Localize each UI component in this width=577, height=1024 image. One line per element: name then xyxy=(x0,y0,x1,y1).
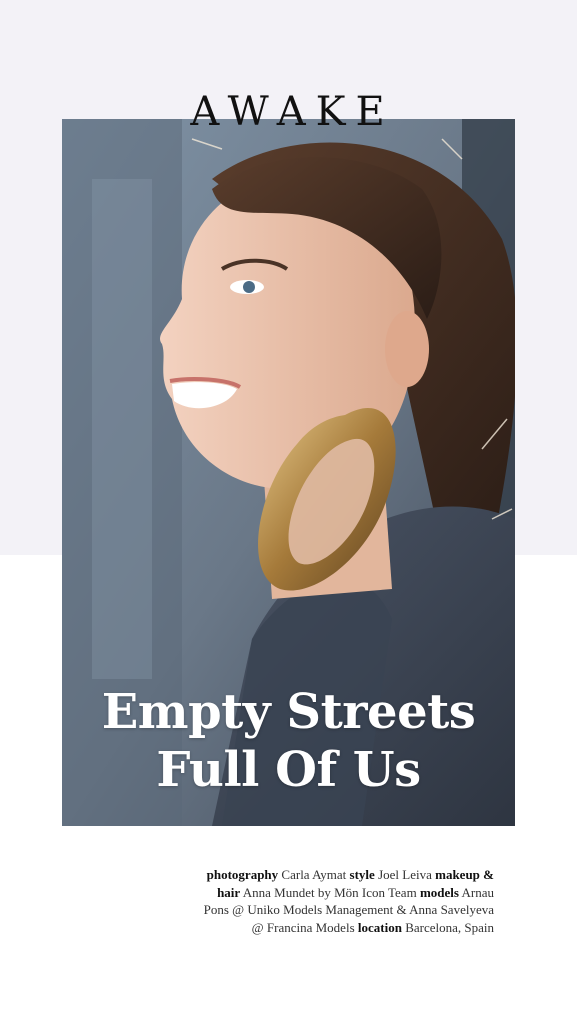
credit-role-location: location xyxy=(357,919,402,935)
headline-line-1: Empty Streets xyxy=(101,684,476,740)
credit-role-photography: photography xyxy=(206,867,279,882)
credit-name-makeup-hair: Anna Mundet by Mön Icon Team xyxy=(242,884,417,900)
magazine-brand-logo: AWAKE xyxy=(190,89,395,135)
cover-headline: Empty Streets Full Of Us xyxy=(62,683,515,799)
credit-name-style: Joel Leiva xyxy=(378,867,432,882)
credit-name-location: Barcelona, Spain xyxy=(405,919,494,935)
photo-credits: photography Carla Aymat style Joel Leiva… xyxy=(194,866,494,936)
credit-role-style: style xyxy=(349,867,375,882)
headline-line-2: Full Of Us xyxy=(156,742,421,798)
credit-role-models: models xyxy=(419,884,459,900)
credit-name-photography: Carla Aymat xyxy=(281,867,347,882)
